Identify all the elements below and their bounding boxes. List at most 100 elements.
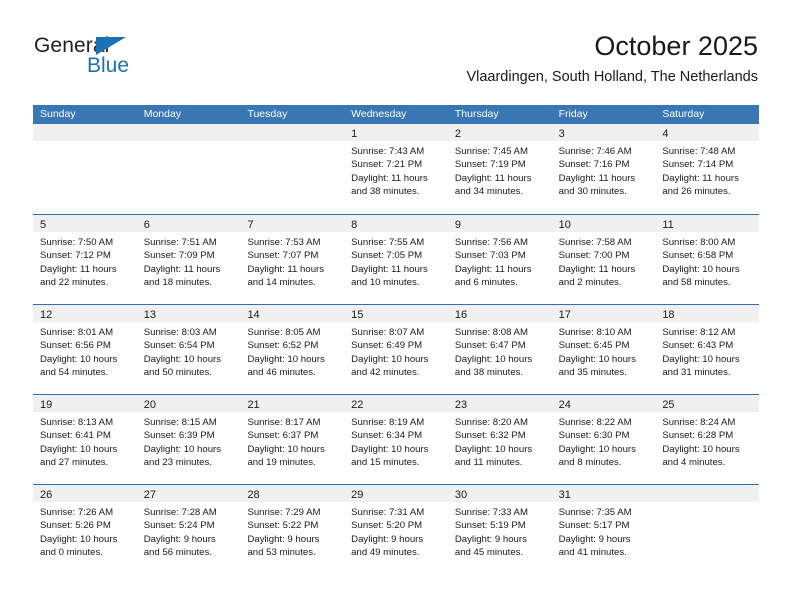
day-number-band: 25	[655, 395, 760, 412]
day-number-band: 17	[551, 305, 656, 322]
day-detail-line: and 49 minutes.	[351, 547, 420, 559]
day-number-band: 24	[551, 395, 656, 412]
day-detail-line: Sunrise: 8:05 AM	[247, 327, 321, 338]
day-cell[interactable]: 23 Sunrise: 8:20 AM Sunset: 6:32 PM Dayligh…	[447, 395, 552, 484]
day-detail-line: and 6 minutes.	[454, 277, 518, 289]
day-number: 1	[351, 128, 358, 140]
day-cell[interactable]: 9 Sunrise: 7:56 AM Sunset: 7:03 PM Daylight…	[447, 215, 552, 304]
day-number: 10	[558, 219, 571, 231]
day-number-band: 4	[655, 124, 760, 141]
day-detail-line: Sunrise: 8:17 AM	[247, 417, 321, 428]
day-cell-empty[interactable]	[136, 124, 241, 214]
page-title: October 2025	[594, 31, 758, 61]
day-cell[interactable]: 15 Sunrise: 8:07 AM Sunset: 6:49 PM Dayligh…	[344, 305, 448, 394]
day-cell[interactable]: 26 Sunrise: 7:26 AM Sunset: 5:26 PM Dayligh…	[33, 485, 137, 574]
day-detail-line: Sunset: 6:34 PM	[351, 430, 423, 442]
day-number-band: 13	[136, 305, 241, 322]
day-detail-line: Sunset: 7:05 PM	[351, 250, 423, 262]
day-detail-line: Sunset: 5:19 PM	[454, 520, 526, 532]
day-detail-line: Sunset: 5:22 PM	[247, 520, 319, 532]
day-cell[interactable]: 29 Sunrise: 7:31 AM Sunset: 5:20 PM Dayligh…	[344, 485, 448, 574]
day-cell[interactable]: 28 Sunrise: 7:29 AM Sunset: 5:22 PM Dayligh…	[240, 485, 345, 574]
day-detail-line: Sunset: 6:39 PM	[143, 430, 215, 442]
day-number-band: 16	[447, 305, 552, 322]
day-cell[interactable]: 30 Sunrise: 7:33 AM Sunset: 5:19 PM Dayligh…	[447, 485, 552, 574]
day-number-band: 3	[551, 124, 656, 141]
day-detail-line: Sunset: 7:21 PM	[351, 159, 423, 171]
day-cell[interactable]: 25 Sunrise: 8:24 AM Sunset: 6:28 PM Dayligh…	[655, 395, 760, 484]
day-cell[interactable]: 16 Sunrise: 8:08 AM Sunset: 6:47 PM Dayligh…	[447, 305, 552, 394]
day-detail-line: and 46 minutes.	[247, 367, 316, 379]
day-cell[interactable]: 24 Sunrise: 8:22 AM Sunset: 6:30 PM Dayligh…	[551, 395, 656, 484]
day-number: 18	[662, 309, 675, 321]
day-detail-line: and 2 minutes.	[558, 277, 622, 289]
day-cell[interactable]: 5 Sunrise: 7:50 AM Sunset: 7:12 PM Daylight…	[33, 215, 137, 304]
day-cell[interactable]: 6 Sunrise: 7:51 AM Sunset: 7:09 PM Daylight…	[136, 215, 241, 304]
day-detail-line: and 30 minutes.	[558, 186, 627, 198]
day-detail-line: Sunrise: 8:13 AM	[40, 417, 114, 428]
day-cell[interactable]: 13 Sunrise: 8:03 AM Sunset: 6:54 PM Dayligh…	[136, 305, 241, 394]
day-detail-line: and 23 minutes.	[143, 457, 212, 469]
calendar-week-row: 5 Sunrise: 7:50 AM Sunset: 7:12 PM Daylight…	[33, 214, 760, 304]
day-cell[interactable]: 21 Sunrise: 8:17 AM Sunset: 6:37 PM Dayligh…	[240, 395, 345, 484]
day-details: Sunrise: 8:17 AM Sunset: 6:37 PM Daylight:…	[240, 412, 344, 470]
day-detail-line: Sunrise: 8:03 AM	[143, 327, 217, 338]
day-detail-line: Daylight: 10 hours	[558, 353, 636, 365]
day-cell[interactable]: 31 Sunrise: 7:35 AM Sunset: 5:17 PM Dayligh…	[551, 485, 656, 574]
day-details: Sunrise: 8:00 AM Sunset: 6:58 PM Daylight:…	[655, 232, 759, 290]
day-cell[interactable]: 8 Sunrise: 7:55 AM Sunset: 7:05 PM Daylight…	[344, 215, 448, 304]
day-number: 29	[351, 489, 364, 501]
day-detail-line: Sunset: 5:17 PM	[558, 520, 630, 532]
day-cell-empty[interactable]	[33, 124, 137, 214]
day-detail-line: Sunrise: 7:53 AM	[247, 237, 321, 248]
day-number: 12	[40, 309, 53, 321]
day-number-band: 21	[240, 395, 345, 412]
day-detail-line: and 54 minutes.	[40, 367, 109, 379]
day-detail-line: Daylight: 11 hours	[351, 263, 428, 275]
day-details: Sunrise: 7:26 AM Sunset: 5:26 PM Daylight:…	[33, 502, 137, 560]
day-cell[interactable]: 4 Sunrise: 7:48 AM Sunset: 7:14 PM Daylight…	[655, 124, 760, 214]
day-cell-empty[interactable]	[655, 485, 760, 574]
day-cell[interactable]: 1 Sunrise: 7:43 AM Sunset: 7:21 PM Daylight…	[344, 124, 448, 214]
day-detail-line: and 41 minutes.	[558, 547, 627, 559]
day-number: 4	[662, 128, 669, 140]
day-detail-line: Sunset: 6:41 PM	[40, 430, 111, 442]
day-detail-line: Daylight: 10 hours	[247, 353, 325, 365]
day-detail-line: Sunset: 7:12 PM	[40, 250, 111, 262]
day-cell[interactable]: 20 Sunrise: 8:15 AM Sunset: 6:39 PM Dayligh…	[136, 395, 241, 484]
day-cell[interactable]: 11 Sunrise: 8:00 AM Sunset: 6:58 PM Dayligh…	[655, 215, 760, 304]
day-cell[interactable]: 17 Sunrise: 8:10 AM Sunset: 6:45 PM Dayligh…	[551, 305, 656, 394]
day-cell[interactable]: 7 Sunrise: 7:53 AM Sunset: 7:07 PM Daylight…	[240, 215, 345, 304]
day-detail-line: and 50 minutes.	[143, 367, 212, 379]
day-cell[interactable]: 27 Sunrise: 7:28 AM Sunset: 5:24 PM Dayligh…	[136, 485, 241, 574]
day-cell[interactable]: 12 Sunrise: 8:01 AM Sunset: 6:56 PM Dayligh…	[33, 305, 137, 394]
day-details	[240, 141, 344, 145]
day-detail-line: Sunrise: 7:46 AM	[558, 146, 632, 157]
day-cell[interactable]: 14 Sunrise: 8:05 AM Sunset: 6:52 PM Dayligh…	[240, 305, 345, 394]
day-detail-line: Sunrise: 8:15 AM	[143, 417, 217, 428]
day-detail-line: Sunrise: 8:10 AM	[558, 327, 632, 338]
day-cell[interactable]: 2 Sunrise: 7:45 AM Sunset: 7:19 PM Daylight…	[447, 124, 552, 214]
day-cell[interactable]: 10 Sunrise: 7:58 AM Sunset: 7:00 PM Dayligh…	[551, 215, 656, 304]
day-detail-line: and 8 minutes.	[558, 457, 622, 469]
day-details: Sunrise: 8:13 AM Sunset: 6:41 PM Daylight:…	[33, 412, 137, 470]
day-number: 24	[558, 399, 571, 411]
day-detail-line: Sunset: 7:09 PM	[143, 250, 215, 262]
day-cell-empty[interactable]	[240, 124, 345, 214]
day-number: 16	[454, 309, 468, 321]
day-detail-line: Sunrise: 8:01 AM	[40, 327, 114, 338]
day-cell[interactable]: 19 Sunrise: 8:13 AM Sunset: 6:41 PM Dayligh…	[33, 395, 137, 484]
day-detail-line: and 45 minutes.	[454, 547, 524, 559]
day-detail-line: Sunrise: 7:55 AM	[351, 237, 425, 248]
day-cell[interactable]: 22 Sunrise: 8:19 AM Sunset: 6:34 PM Dayligh…	[344, 395, 448, 484]
weekday-header-monday: Monday	[143, 108, 182, 120]
day-detail-line: and 4 minutes.	[662, 457, 726, 469]
day-cell[interactable]: 3 Sunrise: 7:46 AM Sunset: 7:16 PM Daylight…	[551, 124, 656, 214]
day-details: Sunrise: 8:20 AM Sunset: 6:32 PM Daylight:…	[448, 412, 552, 470]
day-details: Sunrise: 7:50 AM Sunset: 7:12 PM Daylight:…	[33, 232, 137, 290]
day-detail-line: Sunset: 6:32 PM	[454, 430, 526, 442]
day-cell[interactable]: 18 Sunrise: 8:12 AM Sunset: 6:43 PM Dayligh…	[655, 305, 760, 394]
day-detail-line: Daylight: 10 hours	[40, 533, 118, 545]
day-detail-line: Daylight: 11 hours	[351, 172, 428, 184]
day-detail-line: Sunset: 6:28 PM	[662, 430, 734, 442]
